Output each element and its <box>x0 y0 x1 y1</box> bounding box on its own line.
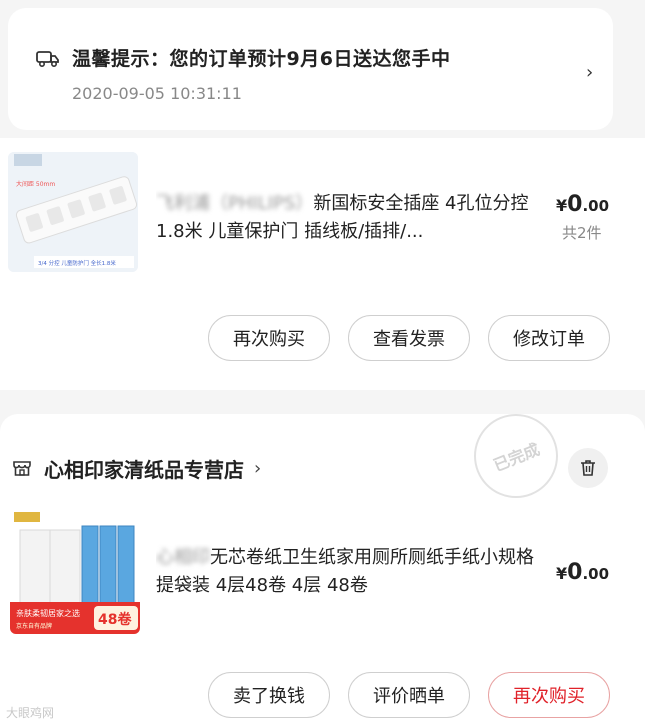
truck-icon <box>36 51 59 68</box>
power-strip-image: 大间距 50mm 3/4 分控 儿童防护门 全长1.8米 <box>8 152 138 272</box>
sub-label: 京东自有品牌 <box>16 622 52 630</box>
product-thumbnail[interactable]: 亲肤柔韧居家之选 京东自有品牌 48卷 <box>10 510 140 634</box>
product-title: 无芯卷纸卫生纸家用厕所厕纸手纸小规格提袋装 4层48卷 4层 48卷 <box>156 547 534 596</box>
completed-stamp: 已完成 <box>461 401 571 511</box>
item-count: 共2件 <box>562 224 602 242</box>
blurred-brand: 飞利浦（PHILIPS） <box>156 193 314 214</box>
delete-order-button[interactable] <box>568 448 608 488</box>
badge-label: 48卷 <box>98 611 132 628</box>
delivery-notice-card[interactable]: 温馨提示：您的订单预计9月6日送达您手中 2020-09-05 10:31:11… <box>8 8 613 130</box>
chevron-right-icon[interactable]: › <box>586 62 593 83</box>
modify-order-button[interactable]: 修改订单 <box>488 315 610 361</box>
product-name[interactable]: 心相印无芯卷纸卫生纸家用厕所厕纸手纸小规格提袋装 4层48卷 4层 48卷 <box>156 544 536 602</box>
price-integer: 0 <box>567 192 583 217</box>
product-price: ¥0.00 <box>556 560 609 585</box>
sell-button[interactable]: 卖了换钱 <box>208 672 330 718</box>
view-invoice-button[interactable]: 查看发票 <box>348 315 470 361</box>
currency-symbol: ¥ <box>556 564 568 583</box>
store-link[interactable]: 心相印家清纸品专营店 › <box>12 454 261 482</box>
banner-label: 3/4 分控 儿童防护门 全长1.8米 <box>38 259 116 267</box>
review-button[interactable]: 评价晒单 <box>348 672 470 718</box>
order-list-page: 温馨提示：您的订单预计9月6日送达您手中 2020-09-05 10:31:11… <box>0 0 645 726</box>
toilet-paper-image: 亲肤柔韧居家之选 京东自有品牌 48卷 <box>10 510 140 634</box>
trash-icon <box>581 460 595 476</box>
product-thumbnail[interactable]: 大间距 50mm 3/4 分控 儿童防护门 全长1.8米 <box>8 152 138 272</box>
order-card[interactable]: 大间距 50mm 3/4 分控 儿童防护门 全长1.8米 飞利浦（PHILIPS… <box>0 138 645 390</box>
currency-symbol: ¥ <box>556 196 568 215</box>
price-decimal: .00 <box>582 197 610 215</box>
watermark: 大眼鸡网 <box>6 706 55 720</box>
store-name: 心相印家清纸品专营店 <box>44 457 244 482</box>
blurred-brand: 心相印 <box>156 547 210 568</box>
product-price: ¥0.00 <box>556 192 609 217</box>
store-icon <box>13 461 31 476</box>
buy-again-button[interactable]: 再次购买 <box>488 672 610 718</box>
stamp-label: 已完成 <box>490 439 543 476</box>
slogan-label: 亲肤柔韧居家之选 <box>16 608 80 618</box>
order-card[interactable]: 已完成 心相印家清纸品专营店 › 亲肤柔韧居家之选 京东自有品牌 48卷 心相印… <box>0 401 645 726</box>
buy-again-button[interactable]: 再次购买 <box>208 315 330 361</box>
price-integer: 0 <box>567 560 583 585</box>
corner-label: 大间距 50mm <box>16 180 55 188</box>
chevron-right-icon: › <box>254 457 262 479</box>
product-name[interactable]: 飞利浦（PHILIPS）新国标安全插座 4孔位分控 1.8米 儿童保护门 插线板… <box>156 190 536 248</box>
notice-title: 温馨提示：您的订单预计9月6日送达您手中 <box>72 48 451 70</box>
price-decimal: .00 <box>582 565 610 583</box>
notice-time: 2020-09-05 10:31:11 <box>72 84 242 103</box>
